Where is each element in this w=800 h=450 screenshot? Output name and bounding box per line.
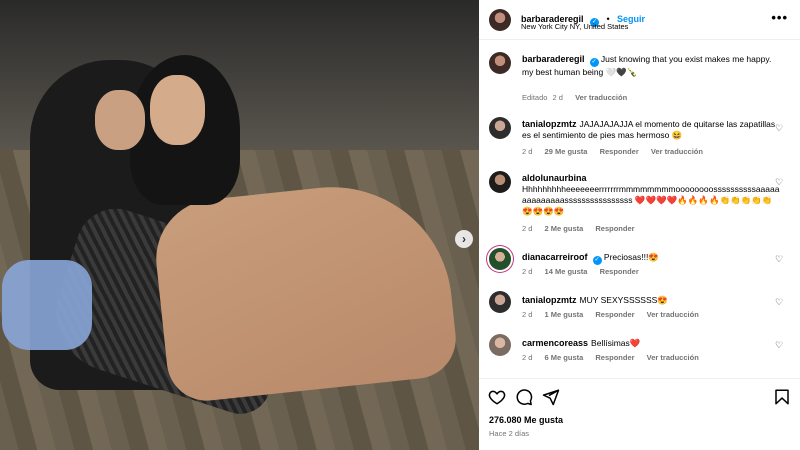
comment-body: aldolunaurbina Hhhhhhhhheeeeeeerrrrrrrmm… — [522, 173, 780, 217]
comment-avatar[interactable] — [489, 117, 511, 139]
translate-button[interactable]: Ver traducción — [647, 310, 699, 319]
photo-face-right — [150, 75, 205, 145]
photo-face-left — [95, 90, 145, 150]
post-panel: barbaraderegil ✓ • Seguir New York City … — [479, 0, 800, 450]
comment-item: tanialopzmtz JAJAJAJAJJA el momento de qu… — [489, 117, 789, 157]
post-location[interactable]: New York City NY, United States — [521, 22, 628, 31]
heart-icon[interactable] — [488, 388, 506, 406]
caption-text-line1: Just knowing that you exist makes me hap… — [600, 54, 772, 64]
comment-username[interactable]: tanialopzmtz — [522, 119, 577, 129]
next-image-button[interactable]: › — [455, 230, 473, 248]
heart-icon[interactable]: ♡ — [775, 298, 784, 307]
reply-button[interactable]: Responder — [595, 224, 634, 233]
post-photo[interactable] — [0, 0, 479, 450]
post-time[interactable]: Hace 2 días — [489, 429, 529, 438]
bookmark-icon[interactable] — [773, 388, 791, 406]
comment-likes[interactable]: 1 Me gusta — [545, 310, 584, 319]
comment-username[interactable]: tanialopzmtz — [522, 295, 577, 305]
comment-meta: 2 d 1 Me gusta Responder Ver traducción — [522, 310, 709, 319]
comment-likes[interactable]: 2 Me gusta — [545, 224, 584, 233]
comment-username[interactable]: dianacarreiroof — [522, 252, 588, 262]
reply-button[interactable]: Responder — [595, 310, 634, 319]
comment-likes[interactable]: 6 Me gusta — [545, 353, 584, 362]
comment-likes[interactable]: 14 Me gusta — [545, 267, 588, 276]
comment-body: carmencoreass Bellísimas❤️ — [522, 338, 780, 349]
comment-time[interactable]: 2 d — [522, 224, 532, 233]
share-icon[interactable] — [542, 388, 560, 406]
comment-text: Preciosas!!!😍 — [603, 252, 659, 262]
comment-meta: 2 d 14 Me gusta Responder — [522, 267, 649, 276]
comment-body: tanialopzmtz JAJAJAJAJJA el momento de qu… — [522, 119, 780, 141]
comment-body: tanialopzmtz MUY SEXYSSSSSS😍 — [522, 295, 780, 306]
comment-item: tanialopzmtz MUY SEXYSSSSSS😍 2 d 1 Me gus… — [489, 291, 789, 321]
translate-button[interactable]: Ver traducción — [647, 353, 699, 362]
comment-body: dianacarreiroof ✓ Preciosas!!!😍 — [522, 252, 780, 265]
comment-username[interactable]: carmencoreass — [522, 338, 588, 348]
comment-time[interactable]: 2 d — [522, 310, 532, 319]
photo-bag — [2, 260, 92, 350]
caption: barbaraderegil ✓ Just knowing that you ex… — [489, 52, 789, 112]
comment-text: Bellísimas❤️ — [591, 338, 641, 348]
heart-icon[interactable]: ♡ — [775, 178, 784, 187]
comment-avatar[interactable] — [489, 291, 511, 313]
comment-text: MUY SEXYSSSSSS😍 — [579, 295, 668, 305]
heart-icon[interactable]: ♡ — [775, 341, 784, 350]
comment-icon[interactable] — [515, 388, 533, 406]
heart-icon[interactable]: ♡ — [775, 124, 784, 133]
verified-badge-icon: ✓ — [592, 256, 602, 265]
comment-avatar[interactable] — [489, 248, 511, 270]
comment-item: aldolunaurbina Hhhhhhhhheeeeeeerrrrrrrmm… — [489, 171, 789, 241]
chevron-right-icon: › — [462, 232, 466, 246]
reply-button[interactable]: Responder — [600, 267, 639, 276]
comment-avatar[interactable] — [489, 334, 511, 356]
comment-meta: 2 d 2 Me gusta Responder — [522, 224, 645, 233]
comment-avatar[interactable] — [489, 171, 511, 193]
caption-body: barbaraderegil ✓ Just knowing that you ex… — [522, 54, 780, 78]
reply-button[interactable]: Responder — [595, 353, 634, 362]
comment-time[interactable]: 2 d — [522, 147, 532, 156]
edited-label: Editado — [522, 93, 548, 102]
caption-text-line2: my best human being 🤍🖤🍾 — [522, 67, 638, 77]
comment-meta: 2 d 6 Me gusta Responder Ver traducción — [522, 353, 709, 362]
verified-badge-icon: ✓ — [589, 58, 599, 67]
more-options-icon[interactable]: ••• — [771, 10, 788, 25]
post-header: barbaraderegil ✓ • Seguir New York City … — [479, 0, 800, 40]
comments-section[interactable]: barbaraderegil ✓ Just knowing that you ex… — [479, 41, 800, 371]
author-avatar[interactable] — [489, 9, 511, 31]
post-actions: 276.080 Me gusta Hace 2 días — [479, 378, 800, 450]
comment-item: carmencoreass Bellísimas❤️ 2 d 6 Me gusta… — [489, 334, 789, 364]
caption-translate[interactable]: Ver traducción — [575, 93, 627, 102]
comment-time[interactable]: 2 d — [522, 353, 532, 362]
caption-avatar[interactable] — [489, 52, 511, 74]
likes-count[interactable]: 276.080 Me gusta — [489, 415, 563, 425]
reply-button[interactable]: Responder — [600, 147, 639, 156]
comment-username[interactable]: aldolunaurbina — [522, 173, 587, 183]
translate-button[interactable]: Ver traducción — [651, 147, 703, 156]
heart-icon[interactable]: ♡ — [775, 255, 784, 264]
caption-username[interactable]: barbaraderegil — [522, 54, 585, 64]
comment-item: dianacarreiroof ✓ Preciosas!!!😍 2 d 14 Me… — [489, 248, 789, 278]
comment-text: Hhhhhhhhheeeeeeerrrrrrrmmmmmmmmoooooooos… — [522, 184, 780, 216]
caption-time[interactable]: 2 d — [553, 93, 563, 102]
comment-likes[interactable]: 29 Me gusta — [545, 147, 588, 156]
caption-meta: Editado 2 d Ver traducción — [522, 93, 637, 102]
comment-meta: 2 d 29 Me gusta Responder Ver traducción — [522, 147, 713, 156]
comment-time[interactable]: 2 d — [522, 267, 532, 276]
